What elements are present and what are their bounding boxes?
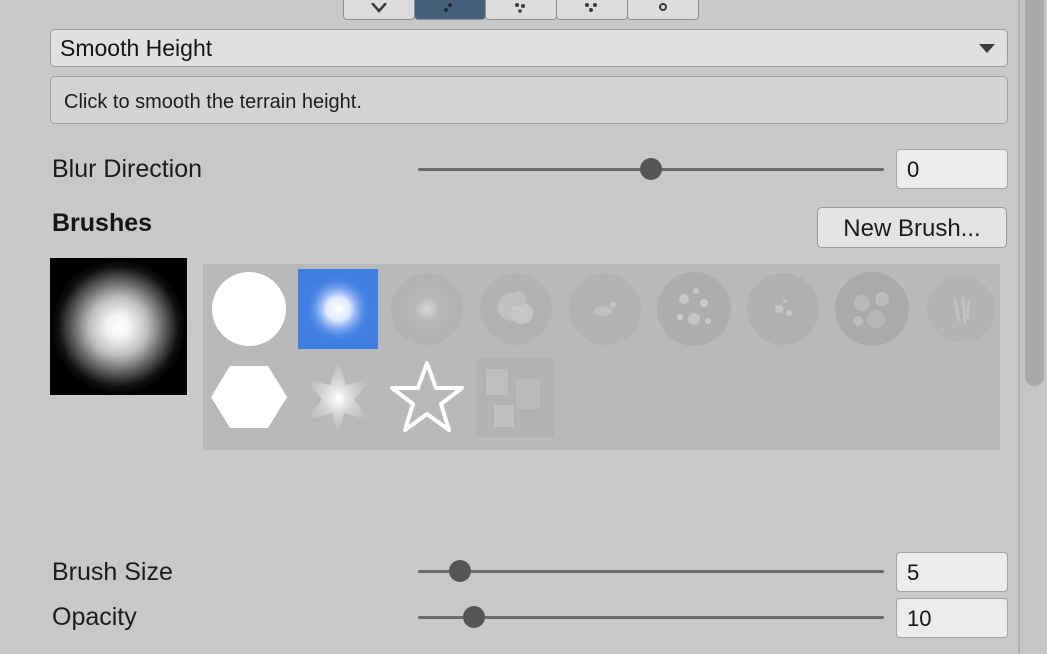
brushes-heading: Brushes <box>52 209 153 237</box>
starburst-brush-icon <box>304 361 372 435</box>
brush-cell[interactable] <box>743 269 823 349</box>
cloudy-brush-icon <box>480 273 552 345</box>
tool-help-box: Click to smooth the terrain height. <box>50 76 1008 124</box>
star-outline-brush-icon <box>390 361 464 432</box>
vertical-scrollbar-thumb[interactable] <box>1025 0 1044 386</box>
stamp-icon <box>515 3 525 13</box>
terrain-tool-toolbar <box>343 0 699 20</box>
brush-grid <box>203 264 1000 450</box>
raise-lower-tool-button[interactable] <box>343 0 415 20</box>
blur-direction-field[interactable]: 0 <box>896 149 1008 189</box>
speckled-brush-icon <box>657 272 731 346</box>
settings-icon <box>659 3 667 11</box>
blur-direction-label: Blur Direction <box>52 155 203 183</box>
chevron-down-icon <box>979 44 995 53</box>
brush-cell[interactable] <box>476 357 556 437</box>
paint-tool-button[interactable] <box>414 0 486 20</box>
smudge-brush-icon <box>569 273 641 345</box>
hard-circle-brush-icon <box>212 272 286 346</box>
brush-cell[interactable] <box>654 269 734 349</box>
tool-select-value: Smooth Height <box>60 35 213 61</box>
tool-select-dropdown[interactable]: Smooth Height <box>50 29 1008 67</box>
brush-cell[interactable] <box>832 269 912 349</box>
set-height-icon <box>585 3 597 12</box>
blur-direction-slider-handle[interactable] <box>640 158 662 180</box>
stamp-tool-button[interactable] <box>485 0 557 20</box>
tool-help-text: Click to smooth the terrain height. <box>64 91 362 113</box>
brush-cell-selected[interactable] <box>298 269 378 349</box>
new-brush-button[interactable]: New Brush... <box>817 207 1007 248</box>
brush-preview-image <box>50 258 187 395</box>
opacity-slider-track[interactable] <box>418 616 884 619</box>
brush-cell[interactable] <box>387 357 467 437</box>
brush-preview <box>50 258 187 395</box>
brush-size-field[interactable]: 5 <box>896 552 1008 592</box>
noise-brush-icon <box>835 272 909 346</box>
brush-cell[interactable] <box>565 269 645 349</box>
brush-cell[interactable] <box>209 269 289 349</box>
brush-cell[interactable] <box>921 269 1001 349</box>
brush-cell[interactable] <box>476 269 556 349</box>
hexagon-brush-icon <box>211 366 287 428</box>
paint-texture-icon <box>444 3 452 12</box>
raise-lower-icon <box>371 3 387 13</box>
brush-cell[interactable] <box>298 357 378 437</box>
streak-brush-icon <box>927 275 995 343</box>
brush-size-slider-handle[interactable] <box>448 560 471 582</box>
brush-size-slider-track[interactable] <box>418 570 884 573</box>
settings-tool-button[interactable] <box>627 0 699 20</box>
spotted-brush-icon <box>747 273 819 345</box>
texture-brush-icon <box>476 359 554 437</box>
opacity-slider-handle[interactable] <box>462 606 485 628</box>
soft-circle-brush-icon <box>304 275 372 343</box>
brush-size-label: Brush Size <box>52 558 173 586</box>
brush-cell[interactable] <box>209 357 289 437</box>
opacity-field[interactable]: 10 <box>896 598 1008 638</box>
set-height-tool-button[interactable] <box>556 0 628 20</box>
opacity-label: Opacity <box>52 603 137 631</box>
brush-cell[interactable] <box>387 269 467 349</box>
faded-dot-brush-icon <box>391 273 463 345</box>
